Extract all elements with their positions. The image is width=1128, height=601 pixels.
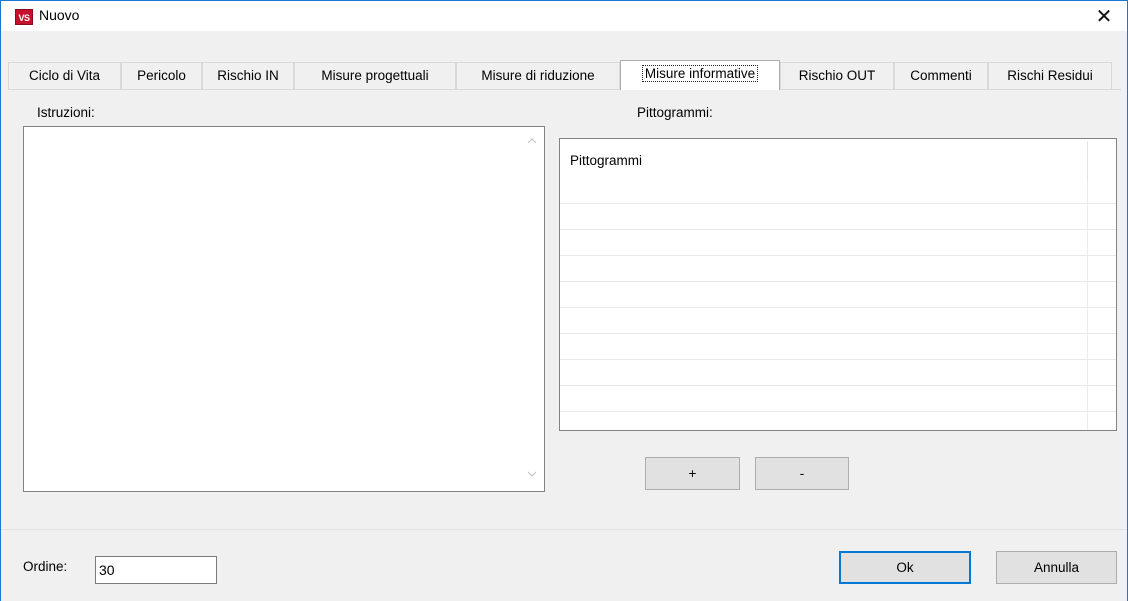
tab-misure-informative[interactable]: Misure informative	[620, 60, 780, 90]
tab-rischio-in[interactable]: Rischio IN	[202, 62, 294, 89]
tab-label: Misure di riduzione	[481, 68, 595, 83]
list-row-line	[560, 255, 1116, 256]
window-title: Nuovo	[39, 7, 80, 23]
tab-ciclo-di-vita[interactable]: Ciclo di Vita	[8, 62, 121, 89]
tab-misure-di-riduzione[interactable]: Misure di riduzione	[456, 62, 620, 89]
chevron-down-icon[interactable]	[526, 471, 538, 481]
tab-pericolo[interactable]: Pericolo	[121, 62, 202, 89]
tab-label: Misure progettuali	[321, 68, 429, 83]
tab-commenti[interactable]: Commenti	[894, 62, 988, 89]
close-icon[interactable]: ✕	[1081, 1, 1127, 31]
dialog-window: VS Nuovo ✕ Ciclo di Vita Pericolo Rischi…	[0, 0, 1128, 601]
ok-button[interactable]: Ok	[839, 551, 971, 584]
tab-strip: Ciclo di Vita Pericolo Rischio IN Misure…	[8, 60, 1121, 90]
title-bar: VS Nuovo ✕	[1, 1, 1127, 31]
remove-pittogramma-button[interactable]: -	[755, 457, 849, 490]
list-row-line	[560, 203, 1116, 204]
tab-label: Pericolo	[137, 68, 186, 83]
list-row-line	[560, 229, 1116, 230]
pittogrammi-label: Pittogrammi:	[637, 105, 713, 120]
tab-label: Commenti	[910, 68, 972, 83]
cancel-button[interactable]: Annulla	[996, 551, 1117, 584]
list-row-line	[560, 333, 1116, 334]
tab-panel-border	[8, 89, 1121, 90]
tab-label: Rischio OUT	[798, 68, 876, 83]
add-pittogramma-button[interactable]: +	[645, 457, 740, 490]
app-logo-icon: VS	[15, 9, 33, 25]
chevron-up-icon[interactable]	[526, 137, 538, 147]
ordine-input[interactable]: 30	[95, 556, 217, 584]
list-row-line	[560, 411, 1116, 412]
list-row-line	[560, 307, 1116, 308]
istruzioni-textarea[interactable]	[23, 126, 545, 492]
tab-label: Misure informative	[641, 65, 759, 82]
list-row-line	[560, 359, 1116, 360]
ordine-label: Ordine:	[23, 559, 68, 574]
list-row-line	[560, 281, 1116, 282]
tab-misure-progettuali[interactable]: Misure progettuali	[294, 62, 456, 89]
istruzioni-label: Istruzioni:	[37, 105, 95, 120]
list-row-line	[560, 385, 1116, 386]
tab-rischio-out[interactable]: Rischio OUT	[780, 62, 894, 89]
tab-rischi-residui[interactable]: Rischi Residui	[988, 62, 1112, 89]
column-divider	[1087, 181, 1088, 430]
pittogrammi-column-header[interactable]: Pittogrammi	[570, 153, 642, 168]
pittogrammi-list[interactable]: Pittogrammi	[559, 138, 1117, 431]
tab-label: Rischi Residui	[1007, 68, 1093, 83]
tab-label: Ciclo di Vita	[28, 68, 101, 83]
column-divider	[1087, 141, 1088, 181]
tab-label: Rischio IN	[217, 68, 279, 83]
